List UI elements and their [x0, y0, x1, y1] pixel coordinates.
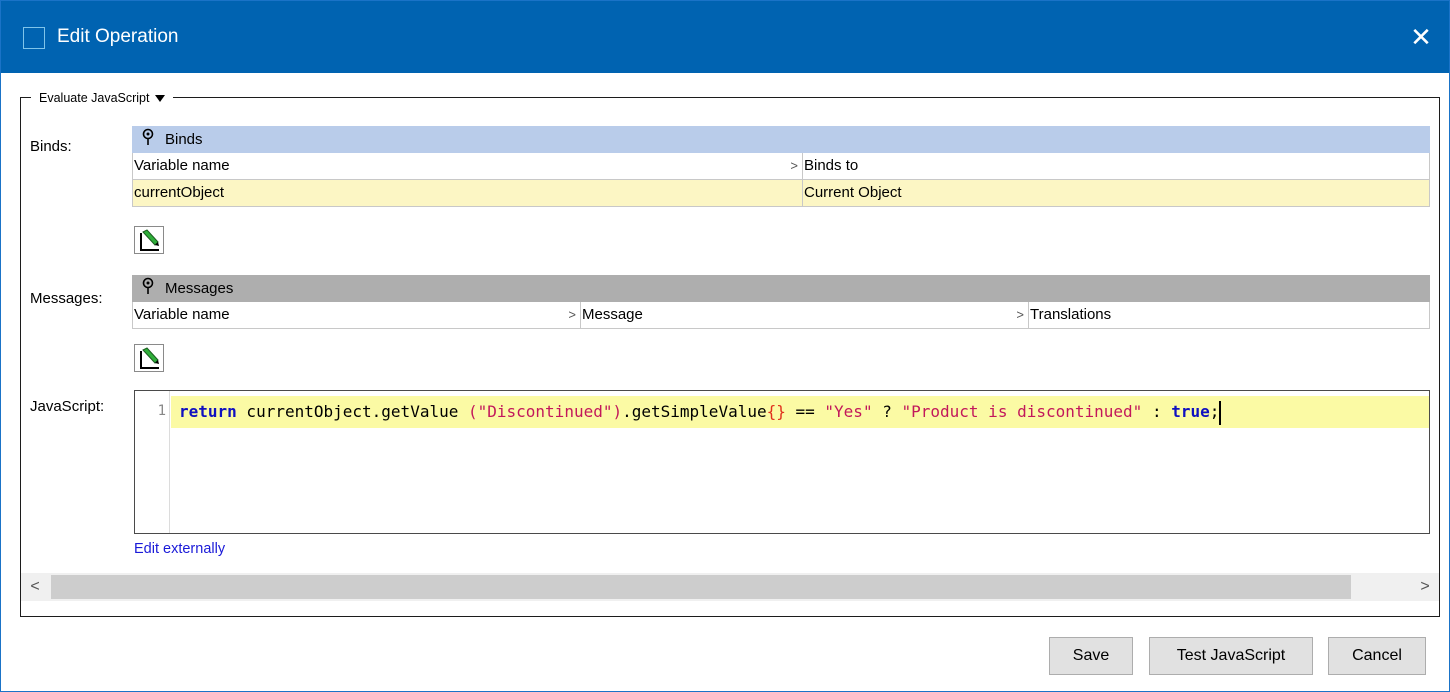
pin-icon[interactable]: [139, 277, 157, 300]
javascript-editor[interactable]: 1 return currentObject.getValue ("Discon…: [134, 390, 1430, 534]
code-string: "Product is discontinued": [901, 402, 1143, 421]
messages-table: Messages Variable name > Message > Transla…: [132, 275, 1430, 330]
messages-label: Messages:: [30, 290, 103, 307]
save-button[interactable]: Save: [1049, 637, 1133, 675]
chevron-right-icon: >: [1016, 307, 1024, 322]
operation-type-label: Evaluate JavaScript: [39, 91, 150, 105]
table-row[interactable]: currentObject Current Object: [132, 180, 1430, 207]
code-token: ;: [1209, 402, 1220, 421]
code-string: ("Discontinued"): [467, 402, 623, 421]
operation-type-dropdown[interactable]: Evaluate JavaScript: [31, 89, 174, 107]
javascript-label: JavaScript:: [30, 398, 105, 415]
code-keyword: return: [179, 402, 237, 421]
code-line[interactable]: return currentObject.getValue ("Disconti…: [171, 396, 1429, 428]
window-icon: [23, 27, 45, 49]
operation-group: Evaluate JavaScript Binds: Binds Variabl…: [20, 89, 1440, 617]
binds-table: Binds Variable name > Binds to currentObj…: [132, 126, 1430, 208]
chevron-right-icon: >: [568, 307, 576, 322]
binds-table-header: Binds: [132, 126, 1430, 153]
scrollbar-thumb[interactable]: [51, 575, 1351, 599]
triangle-down-icon: [155, 94, 166, 102]
line-number: 1: [157, 403, 166, 419]
column-header-translations[interactable]: Translations: [1029, 302, 1429, 328]
horizontal-scrollbar[interactable]: < >: [21, 573, 1439, 601]
code-token: ==: [785, 402, 825, 421]
messages-edit-button[interactable]: [134, 344, 164, 372]
pin-icon[interactable]: [139, 128, 157, 151]
pencil-edit-icon: [140, 347, 159, 369]
binds-edit-button[interactable]: [134, 226, 164, 254]
pencil-edit-icon: [140, 229, 159, 251]
code-keyword: true: [1171, 402, 1210, 421]
edit-externally-link[interactable]: Edit externally: [134, 541, 225, 557]
binds-label: Binds:: [30, 138, 72, 155]
variable-name-cell[interactable]: currentObject: [133, 180, 803, 206]
scroll-right-icon[interactable]: >: [1413, 573, 1437, 601]
code-token: .getSimpleValue: [622, 402, 767, 421]
window-title: Edit Operation: [57, 26, 179, 47]
binds-to-cell[interactable]: Current Object: [803, 180, 1429, 206]
messages-table-header: Messages: [132, 275, 1430, 302]
column-header-message[interactable]: Message >: [581, 302, 1029, 328]
close-button[interactable]: ✕: [1403, 17, 1439, 57]
binds-column-headers: Variable name > Binds to: [132, 153, 1430, 180]
scroll-left-icon[interactable]: <: [23, 573, 47, 601]
edit-operation-dialog: Edit Operation ✕ Evaluate JavaScript Bin…: [0, 0, 1450, 692]
column-header-variable-name[interactable]: Variable name >: [133, 302, 581, 328]
column-header-variable-name[interactable]: Variable name >: [133, 153, 803, 179]
code-token: ?: [872, 402, 902, 421]
test-javascript-button[interactable]: Test JavaScript: [1149, 637, 1313, 675]
messages-column-headers: Variable name > Message > Translations: [132, 302, 1430, 329]
code-string: "Yes": [824, 402, 873, 421]
messages-table-title: Messages: [165, 280, 234, 297]
text-caret: [1219, 400, 1222, 425]
binds-table-title: Binds: [165, 131, 203, 148]
column-header-binds-to[interactable]: Binds to: [803, 153, 1429, 179]
code-token: :: [1142, 402, 1172, 421]
code-token: currentObject.getValue: [236, 402, 468, 421]
title-bar[interactable]: Edit Operation ✕: [1, 1, 1449, 73]
line-gutter: 1: [135, 391, 170, 533]
chevron-right-icon: >: [790, 158, 798, 173]
code-braces: {}: [766, 402, 786, 421]
cancel-button[interactable]: Cancel: [1328, 637, 1426, 675]
